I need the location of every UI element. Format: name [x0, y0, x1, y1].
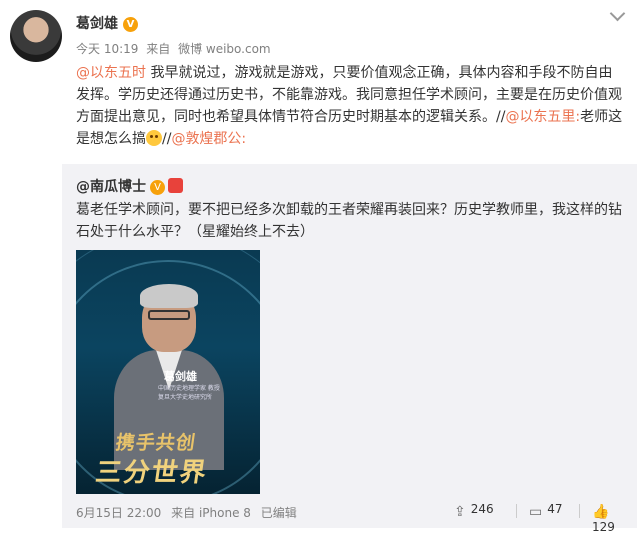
comment-count: 47	[547, 502, 563, 516]
divider	[516, 504, 517, 518]
repost-source: 来自 iPhone 8	[171, 506, 251, 520]
edited-label[interactable]: 已编辑	[261, 506, 297, 520]
share-count: 246	[470, 502, 494, 516]
post-text: @以东五时 我早就说过，游戏就是游戏，只要价值观念正确，具体内容和手段不防自由发…	[76, 62, 626, 150]
like-count: 129	[592, 520, 615, 534]
repost-date[interactable]: 6月15日 22:00	[76, 506, 161, 520]
repost-text: 葛老任学术顾问，要不把已经多次卸载的王者荣耀再装回来？历史学教师里，我这样的钻石…	[76, 202, 622, 240]
comment-icon: ▭	[529, 504, 543, 520]
poster-slogan-line1: 携手共创	[114, 432, 198, 454]
share-button[interactable]: ⇪ 246	[454, 502, 494, 520]
source-prefix: 来自	[146, 42, 171, 56]
poster-name: 葛剑雄	[164, 370, 197, 383]
mention-link[interactable]: @以东五时	[76, 65, 146, 81]
poster-image[interactable]: 葛剑雄 中国历史地理学家 教授 复旦大学史地研究所 携手共创 三分世界	[76, 250, 260, 494]
verified-icon: V	[123, 17, 138, 32]
poster-subtitle: 中国历史地理学家 教授 复旦大学史地研究所	[158, 384, 238, 402]
laugh-cry-emoji-icon	[146, 130, 162, 146]
repost-meta: 6月15日 22:00 来自 iPhone 8 已编辑	[76, 504, 303, 521]
post-source[interactable]: 微博 weibo.com	[178, 42, 271, 56]
poster-sub-line2: 复旦大学史地研究所	[158, 394, 213, 401]
divider	[579, 504, 580, 518]
author-name-text[interactable]: 葛剑雄	[76, 16, 118, 32]
comment-button[interactable]: ▭ 47	[529, 502, 563, 520]
verified-icon: V	[150, 180, 165, 195]
mention-link[interactable]: @以东五里:	[505, 109, 580, 125]
post-meta: 今天 10:19 来自 微博 weibo.com	[76, 40, 275, 57]
post-time[interactable]: 今天 10:19	[76, 42, 138, 56]
person-hair	[140, 284, 198, 308]
avatar[interactable]	[10, 10, 62, 62]
repost-header: @南瓜博士 V	[76, 176, 183, 196]
like-icon: 👍	[592, 504, 610, 520]
author-name[interactable]: 葛剑雄 V	[76, 13, 138, 33]
share-icon: ⇪	[454, 504, 466, 520]
member-badge-icon	[168, 178, 183, 193]
repost-footer: 6月15日 22:00 来自 iPhone 8 已编辑 ⇪ 246 ▭ 47 👍12…	[76, 502, 628, 534]
poster-sub-line1: 中国历史地理学家 教授	[158, 385, 220, 392]
person-glasses	[148, 310, 190, 320]
poster-slogan-line2: 三分世界	[93, 458, 210, 488]
repost-author[interactable]: @南瓜博士	[76, 179, 146, 195]
chevron-down-icon[interactable]	[609, 5, 626, 22]
repost-card: @南瓜博士 V 葛老任学术顾问，要不把已经多次卸载的王者荣耀再装回来？历史学教师里…	[62, 164, 637, 534]
like-button[interactable]: 👍129	[592, 502, 628, 534]
mention-link[interactable]: @敦煌郡公:	[171, 131, 246, 147]
